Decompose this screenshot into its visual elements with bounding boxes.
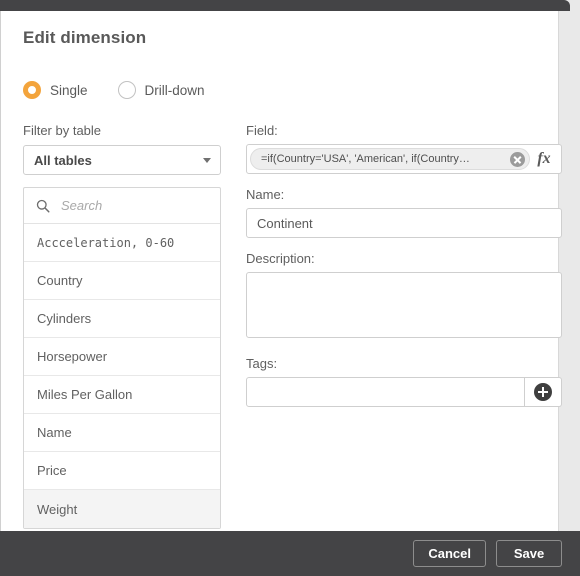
dialog-body: Edit dimension Single Drill-down Filter … [0, 11, 562, 531]
description-textarea[interactable] [246, 272, 562, 338]
list-item[interactable]: Accceleration, 0-60 [24, 224, 220, 262]
radio-option-single[interactable]: Single [23, 81, 88, 99]
table-filter-select[interactable]: All tables [23, 145, 221, 175]
expression-editor-button[interactable]: fx [530, 150, 558, 168]
list-item[interactable]: Country [24, 262, 220, 300]
field-label: Field: [246, 123, 278, 138]
tags-group: Tags: [246, 356, 562, 407]
radio-label-single: Single [50, 82, 88, 98]
name-label: Name: [246, 187, 285, 202]
dimension-properties-panel: Field: =if(Country='USA', 'American', if… [246, 123, 562, 420]
name-input[interactable] [246, 208, 562, 238]
search-icon [36, 199, 50, 213]
field-expression-text: =if(Country='USA', 'American', if(Countr… [261, 153, 470, 165]
radio-label-drill-down: Drill-down [144, 82, 205, 98]
field-expression-token[interactable]: =if(Country='USA', 'American', if(Countr… [250, 148, 530, 170]
dialog-footer: Cancel Save [0, 531, 580, 576]
chevron-down-icon [203, 158, 211, 163]
field-expression-box: =if(Country='USA', 'American', if(Countr… [246, 144, 562, 174]
tags-row [246, 377, 562, 407]
tags-input[interactable] [246, 377, 525, 407]
dimension-mode-radio-group: Single Drill-down [23, 81, 235, 99]
radio-option-drill-down[interactable]: Drill-down [117, 81, 205, 99]
description-label: Description: [246, 251, 315, 266]
list-item[interactable]: Miles Per Gallon [24, 376, 220, 414]
field-search-row [24, 188, 220, 224]
list-item[interactable]: Weight [24, 490, 220, 528]
list-item[interactable]: Cylinders [24, 300, 220, 338]
save-button[interactable]: Save [496, 540, 562, 567]
add-tag-button[interactable] [525, 377, 562, 407]
table-filter-value: All tables [34, 152, 92, 168]
field-group: Field: =if(Country='USA', 'American', if… [246, 123, 562, 174]
filter-by-table-label: Filter by table [23, 123, 102, 138]
page-title: Edit dimension [23, 28, 147, 47]
list-item[interactable]: Horsepower [24, 338, 220, 376]
description-group: Description: [246, 251, 562, 343]
close-circle-icon[interactable] [510, 151, 525, 167]
plus-circle-icon [534, 383, 552, 401]
name-group: Name: [246, 187, 562, 238]
edit-dimension-dialog: Edit dimension Single Drill-down Filter … [0, 0, 580, 576]
search-input[interactable] [61, 198, 208, 213]
cancel-button[interactable]: Cancel [413, 540, 486, 567]
tags-label: Tags: [246, 356, 278, 371]
window-top-chrome [0, 0, 570, 11]
field-browser-panel: Filter by table All tables Accceleration… [23, 123, 221, 529]
field-list: Accceleration, 0-60 Country Cylinders Horse… [24, 224, 220, 528]
radio-selected-icon [23, 81, 41, 99]
list-item[interactable]: Name [24, 414, 220, 452]
list-item[interactable]: Price [24, 452, 220, 490]
radio-unselected-icon [117, 81, 136, 99]
field-list-container: Accceleration, 0-60CountryCylindersHorse… [23, 187, 221, 529]
